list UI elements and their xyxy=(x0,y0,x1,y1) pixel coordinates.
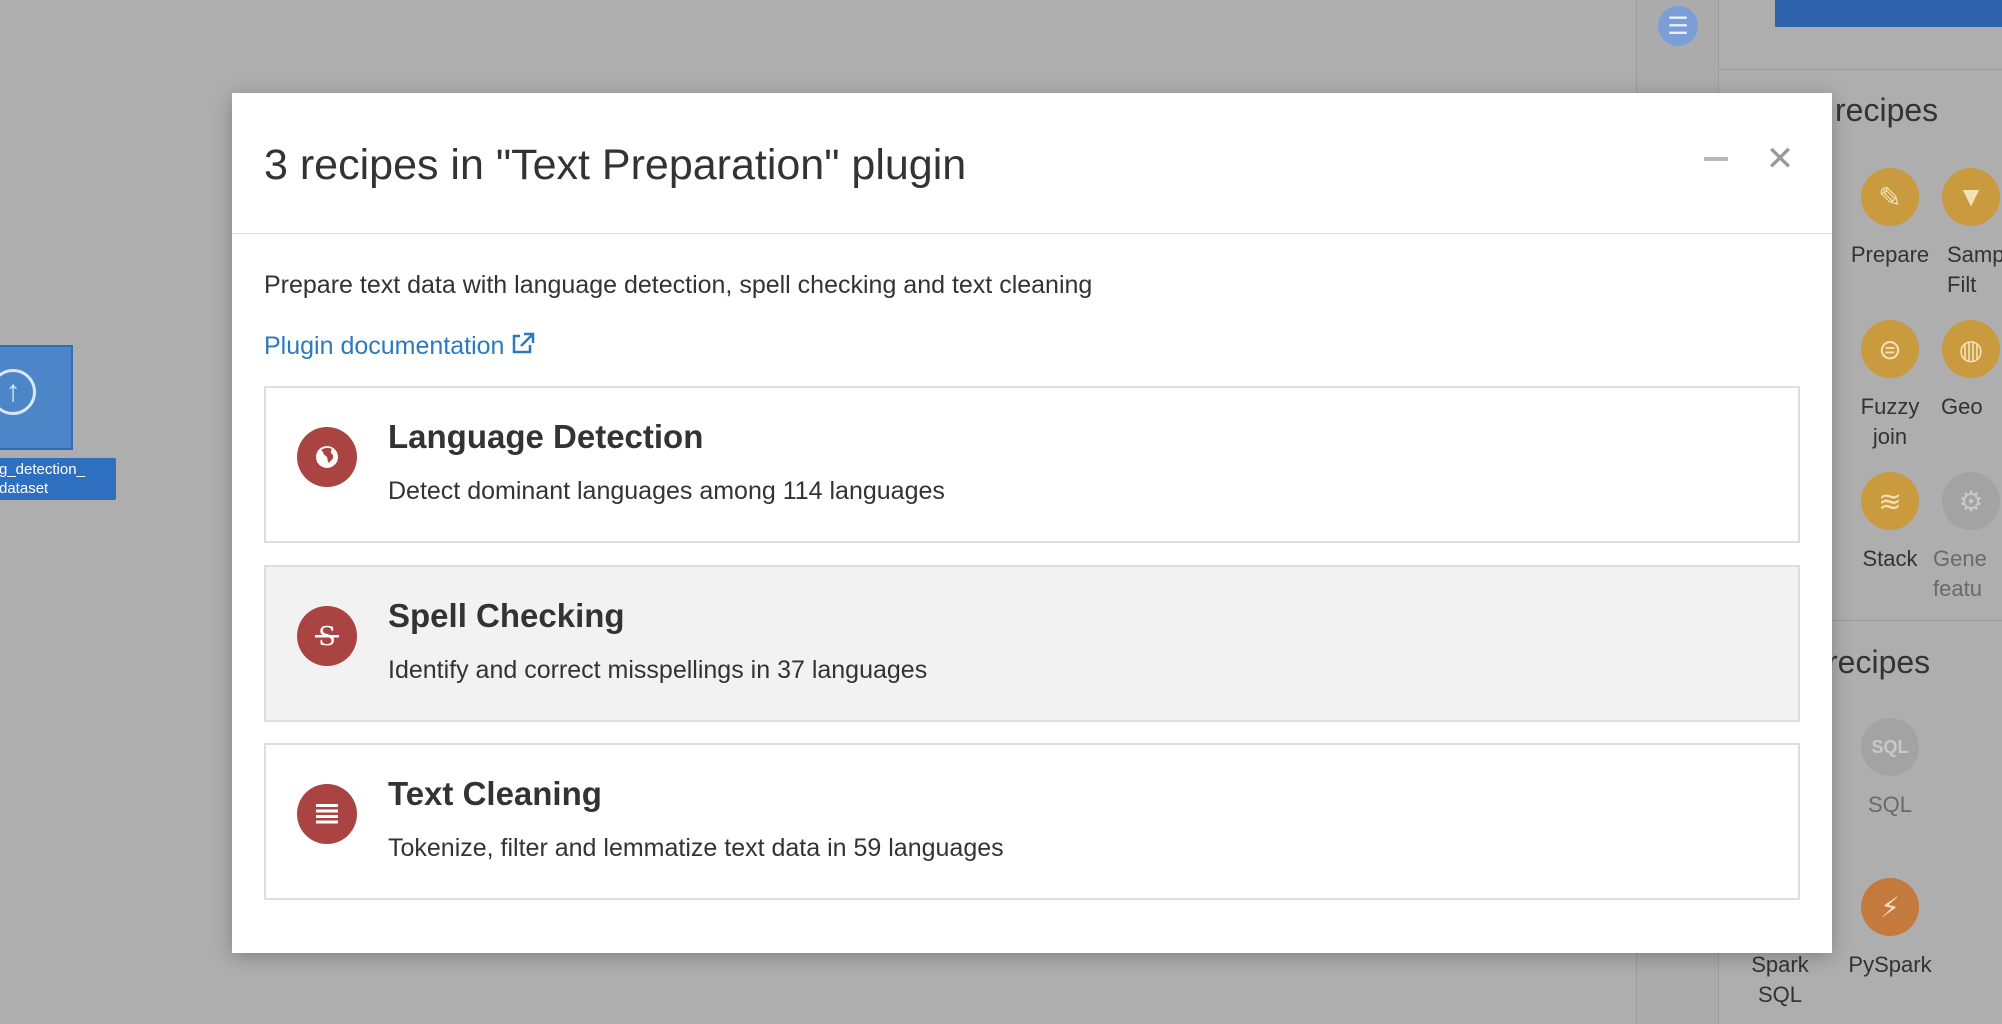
recipe-tile-pyspark[interactable]: ⚡ PySpark xyxy=(1835,878,1945,980)
recipe-tile-label: Geo xyxy=(1941,394,1983,419)
recipe-tile-sql[interactable]: SQL SQL xyxy=(1835,718,1945,820)
recipe-tile-label: Samp Filt xyxy=(1947,242,2002,297)
minimize-button[interactable] xyxy=(1704,157,1728,161)
close-icon: ✕ xyxy=(1765,140,1795,178)
recipe-tile-label: Spark SQL xyxy=(1751,952,1809,1007)
strikethrough-icon: S xyxy=(297,606,357,666)
recipe-name: Text Cleaning xyxy=(388,775,602,812)
plugin-documentation-link[interactable]: Plugin documentation xyxy=(264,331,536,362)
recipe-card-text-cleaning[interactable]: Text Cleaning Tokenize, filter and lemma… xyxy=(264,743,1800,900)
globe-icon: ◍ xyxy=(1942,320,2000,378)
plugin-description: Prepare text data with language detectio… xyxy=(264,271,1093,299)
fuzzy-join-icon: ⊜ xyxy=(1861,320,1919,378)
recipe-tile-label: Fuzzy join xyxy=(1860,394,1920,449)
dataset-node[interactable]: ↑ xyxy=(0,345,73,450)
sql-icon: SQL xyxy=(1861,718,1919,776)
recipe-tile-generate-features[interactable]: ⚙ Gene featu xyxy=(1933,472,2002,604)
dataset-label-line: dataset xyxy=(0,480,49,497)
external-link-icon xyxy=(510,331,536,362)
recipe-tile-label: SQL xyxy=(1867,792,1913,817)
panel-top-button[interactable] xyxy=(1775,0,2002,27)
gear-icon: ⚙ xyxy=(1942,472,2000,530)
globe-icon xyxy=(297,427,357,487)
recipe-tile-label: Gene featu xyxy=(1933,546,1987,601)
visual-recipes-heading: recipes xyxy=(1835,92,1939,128)
dataset-label[interactable]: g_detection_ dataset xyxy=(0,458,116,500)
recipe-tile-fuzzy-join[interactable]: ⊜ Fuzzy join xyxy=(1835,320,1945,452)
filter-icon: ▼ xyxy=(1942,168,2000,226)
recipe-name: Spell Checking xyxy=(388,597,625,634)
recipe-tile-sample-filter[interactable]: ▼ Samp Filt xyxy=(1942,168,2002,300)
recipe-description: Identify and correct misspellings in 37 … xyxy=(388,656,928,684)
pyspark-icon: ⚡ xyxy=(1861,878,1919,936)
list-lines-icon xyxy=(297,784,357,844)
recipe-tile-label: Prepare xyxy=(1850,242,1930,267)
stack-icon: ≋ xyxy=(1861,472,1919,530)
list-menu-icon[interactable]: ☰ xyxy=(1658,6,1698,46)
recipe-card-language-detection[interactable]: Language Detection Detect dominant langu… xyxy=(264,386,1800,543)
code-recipes-heading: recipes xyxy=(1827,644,1931,680)
modal-header: 3 recipes in "Text Preparation" plugin ✕ xyxy=(232,93,1832,234)
close-button[interactable]: ✕ xyxy=(1765,141,1795,177)
recipe-tile-label: PySpark xyxy=(1848,952,1932,977)
recipe-description: Detect dominant languages among 114 lang… xyxy=(388,477,945,505)
recipe-tile-stack[interactable]: ≋ Stack xyxy=(1835,472,1945,574)
recipe-name: Language Detection xyxy=(388,418,704,455)
doc-link-label: Plugin documentation xyxy=(264,332,505,360)
broom-icon: ✎ xyxy=(1861,168,1919,226)
plugin-recipes-modal: 3 recipes in "Text Preparation" plugin ✕… xyxy=(232,93,1832,953)
recipe-tile-geo[interactable]: ◍ Geo xyxy=(1941,320,2002,422)
recipe-description: Tokenize, filter and lemmatize text data… xyxy=(388,834,1004,862)
modal-title: 3 recipes in "Text Preparation" plugin xyxy=(264,141,967,189)
recipe-card-spell-checking[interactable]: S Spell Checking Identify and correct mi… xyxy=(264,565,1800,722)
recipe-tile-label: Stack xyxy=(1862,546,1918,571)
dataset-label-line: g_detection_ xyxy=(0,461,85,478)
recipe-tile-prepare[interactable]: ✎ Prepare xyxy=(1835,168,1945,270)
divider xyxy=(1719,69,2002,70)
upload-icon: ↑ xyxy=(0,369,36,415)
